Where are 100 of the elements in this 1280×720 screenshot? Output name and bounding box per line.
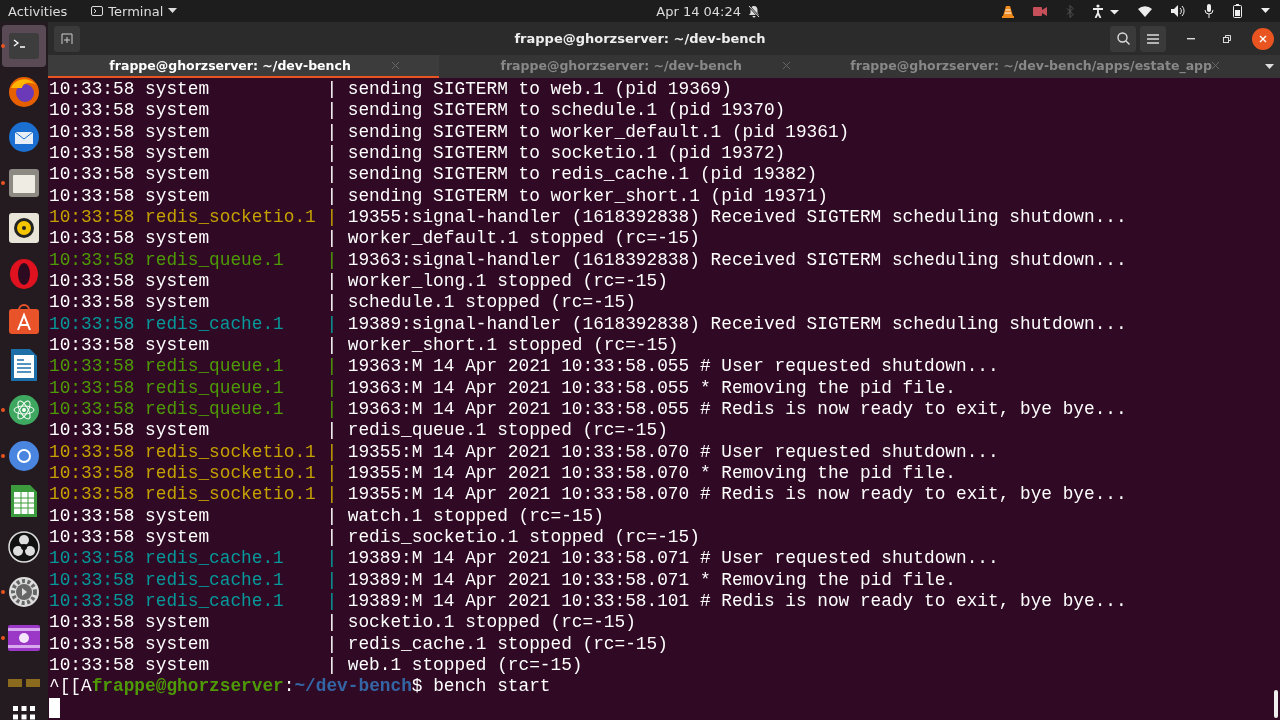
log-message: redis_cache.1 stopped (rc=-15) bbox=[347, 633, 668, 655]
scrollbar[interactable] bbox=[1274, 690, 1278, 718]
atom-icon bbox=[8, 394, 40, 427]
log-source: 10:33:58 system bbox=[49, 270, 211, 293]
running-dot bbox=[1, 590, 5, 595]
circle-icon bbox=[8, 439, 40, 472]
separator: | bbox=[326, 249, 339, 271]
separator: | bbox=[326, 569, 339, 591]
log-message: socketio.1 stopped (rc=-15) bbox=[347, 612, 636, 634]
new-tab-button[interactable] bbox=[54, 25, 80, 52]
log-source: 10:33:58 system bbox=[49, 79, 211, 101]
log-source: 10:33:58 redis_cache.1 bbox=[49, 313, 285, 335]
tabs-menu-icon[interactable] bbox=[1265, 63, 1274, 70]
log-message: 19389:signal-handler (1618392838) Received SIGTERM scheduling shutdown... bbox=[347, 313, 1127, 335]
settings-icon bbox=[8, 576, 40, 609]
aperture-icon bbox=[8, 530, 40, 563]
log-source: 10:33:58 redis_cache.1 bbox=[49, 548, 285, 570]
log-source: 10:33:58 system bbox=[49, 334, 211, 357]
separator: | bbox=[326, 612, 339, 634]
log-source: 10:33:58 system bbox=[49, 505, 211, 527]
wifi-icon[interactable] bbox=[1138, 5, 1152, 17]
browser-icon bbox=[8, 75, 40, 108]
caret-icon[interactable] bbox=[1261, 8, 1270, 14]
terminal-tab[interactable]: frappe@ghorzserver: ~/dev-bench bbox=[48, 55, 440, 78]
log-source: 10:33:58 redis_socketio.1 bbox=[49, 441, 317, 463]
log-source: 10:33:58 redis_queue.1 bbox=[49, 398, 285, 421]
log-message: worker_default.1 stopped (rc=-15) bbox=[347, 228, 700, 250]
minimize-icon bbox=[1187, 37, 1195, 40]
prompt-colon: : bbox=[283, 676, 295, 698]
log-source: 10:33:58 system bbox=[49, 292, 211, 314]
log-message: sending SIGTERM to web.1 (pid 19369) bbox=[347, 79, 732, 101]
search-button[interactable] bbox=[1110, 25, 1136, 52]
separator: | bbox=[326, 548, 339, 570]
separator: | bbox=[326, 334, 339, 357]
log-message: schedule.1 stopped (rc=-15) bbox=[347, 292, 636, 314]
log-message: sending SIGTERM to redis_cache.1 (pid 19382) bbox=[347, 164, 818, 186]
prompt-user-host: frappe@ghorzserver bbox=[91, 676, 284, 698]
log-source: 10:33:58 system bbox=[49, 143, 211, 165]
log-source: 10:33:58 system bbox=[49, 654, 211, 677]
log-message: 19355:signal-handler (1618392838) Received SIGTERM scheduling shutdown... bbox=[347, 206, 1127, 229]
log-source: 10:33:58 system bbox=[49, 228, 211, 250]
close-button[interactable] bbox=[1252, 27, 1274, 50]
app-menu[interactable]: Terminal bbox=[91, 3, 178, 19]
separator: | bbox=[326, 462, 339, 485]
separator: | bbox=[326, 228, 339, 250]
log-message: sending SIGTERM to socketio.1 (pid 19372) bbox=[347, 143, 786, 165]
log-source: 10:33:58 system bbox=[49, 612, 211, 634]
separator: | bbox=[326, 185, 339, 207]
search-icon bbox=[1116, 32, 1130, 45]
log-message: 19363:M 14 Apr 2021 10:33:58.055 # User requested shutdown... bbox=[347, 356, 999, 378]
log-source: 10:33:58 system bbox=[49, 526, 211, 549]
log-message: worker_short.1 stopped (rc=-15) bbox=[347, 334, 679, 357]
separator: | bbox=[326, 356, 339, 378]
log-message: 19389:M 14 Apr 2021 10:33:58.101 # Redis is now ready to exit, bye bye... bbox=[347, 590, 1127, 613]
activities-button[interactable]: Activities bbox=[8, 3, 68, 19]
bag-icon bbox=[9, 304, 39, 335]
text-cursor bbox=[49, 697, 60, 718]
separator: | bbox=[326, 79, 339, 101]
accessibility-icon[interactable] bbox=[1093, 4, 1119, 18]
log-source: 10:33:58 system bbox=[49, 633, 211, 655]
separator: | bbox=[326, 398, 339, 421]
log-message: sending SIGTERM to schedule.1 (pid 19370) bbox=[347, 100, 786, 122]
terminal-icon bbox=[91, 6, 104, 16]
running-dot bbox=[1, 453, 5, 458]
log-message: sending SIGTERM to worker_default.1 (pid 19361) bbox=[347, 121, 850, 143]
bell-off-icon bbox=[748, 4, 761, 18]
separator: | bbox=[326, 292, 339, 314]
clock[interactable]: Apr 14 04:24 bbox=[656, 3, 742, 19]
speaker-icon bbox=[9, 213, 39, 244]
camera-icon[interactable] bbox=[1033, 6, 1047, 16]
mail-icon bbox=[8, 121, 40, 154]
spreadsheet-icon bbox=[11, 485, 37, 518]
separator: | bbox=[326, 206, 339, 229]
log-message: watch.1 stopped (rc=-15) bbox=[347, 505, 604, 527]
terminal-icon bbox=[9, 32, 39, 59]
log-source: 10:33:58 redis_socketio.1 bbox=[49, 484, 317, 506]
separator: | bbox=[326, 590, 339, 613]
running-dot bbox=[1, 180, 5, 185]
log-source: 10:33:58 system bbox=[49, 164, 211, 186]
log-message: 19389:M 14 Apr 2021 10:33:58.071 # User requested shutdown... bbox=[347, 548, 999, 570]
log-message: 19355:M 14 Apr 2021 10:33:58.070 * Removing the pid file. bbox=[347, 462, 956, 485]
log-source: 10:33:58 redis_socketio.1 bbox=[49, 462, 317, 485]
log-source: 10:33:58 redis_socketio.1 bbox=[49, 206, 317, 229]
separator: | bbox=[326, 526, 339, 549]
running-dot bbox=[1, 43, 5, 48]
microphone-icon[interactable] bbox=[1204, 4, 1214, 18]
cone-icon[interactable] bbox=[1002, 4, 1014, 18]
new-tab-icon bbox=[61, 32, 73, 45]
separator: | bbox=[326, 100, 339, 122]
running-dot bbox=[1, 408, 5, 413]
escape-sequence: ^[[A bbox=[49, 676, 92, 698]
battery-icon[interactable] bbox=[1233, 4, 1242, 18]
log-message: 19389:M 14 Apr 2021 10:33:58.071 * Removing the pid file. bbox=[347, 569, 956, 591]
restore-icon bbox=[1223, 34, 1231, 43]
log-message: 19355:M 14 Apr 2021 10:33:58.070 # User requested shutdown... bbox=[347, 441, 999, 463]
menu-button[interactable] bbox=[1140, 25, 1166, 52]
volume-icon[interactable] bbox=[1171, 5, 1185, 17]
separator: | bbox=[326, 633, 339, 655]
video-icon bbox=[8, 624, 40, 651]
folder-icon bbox=[9, 168, 39, 197]
